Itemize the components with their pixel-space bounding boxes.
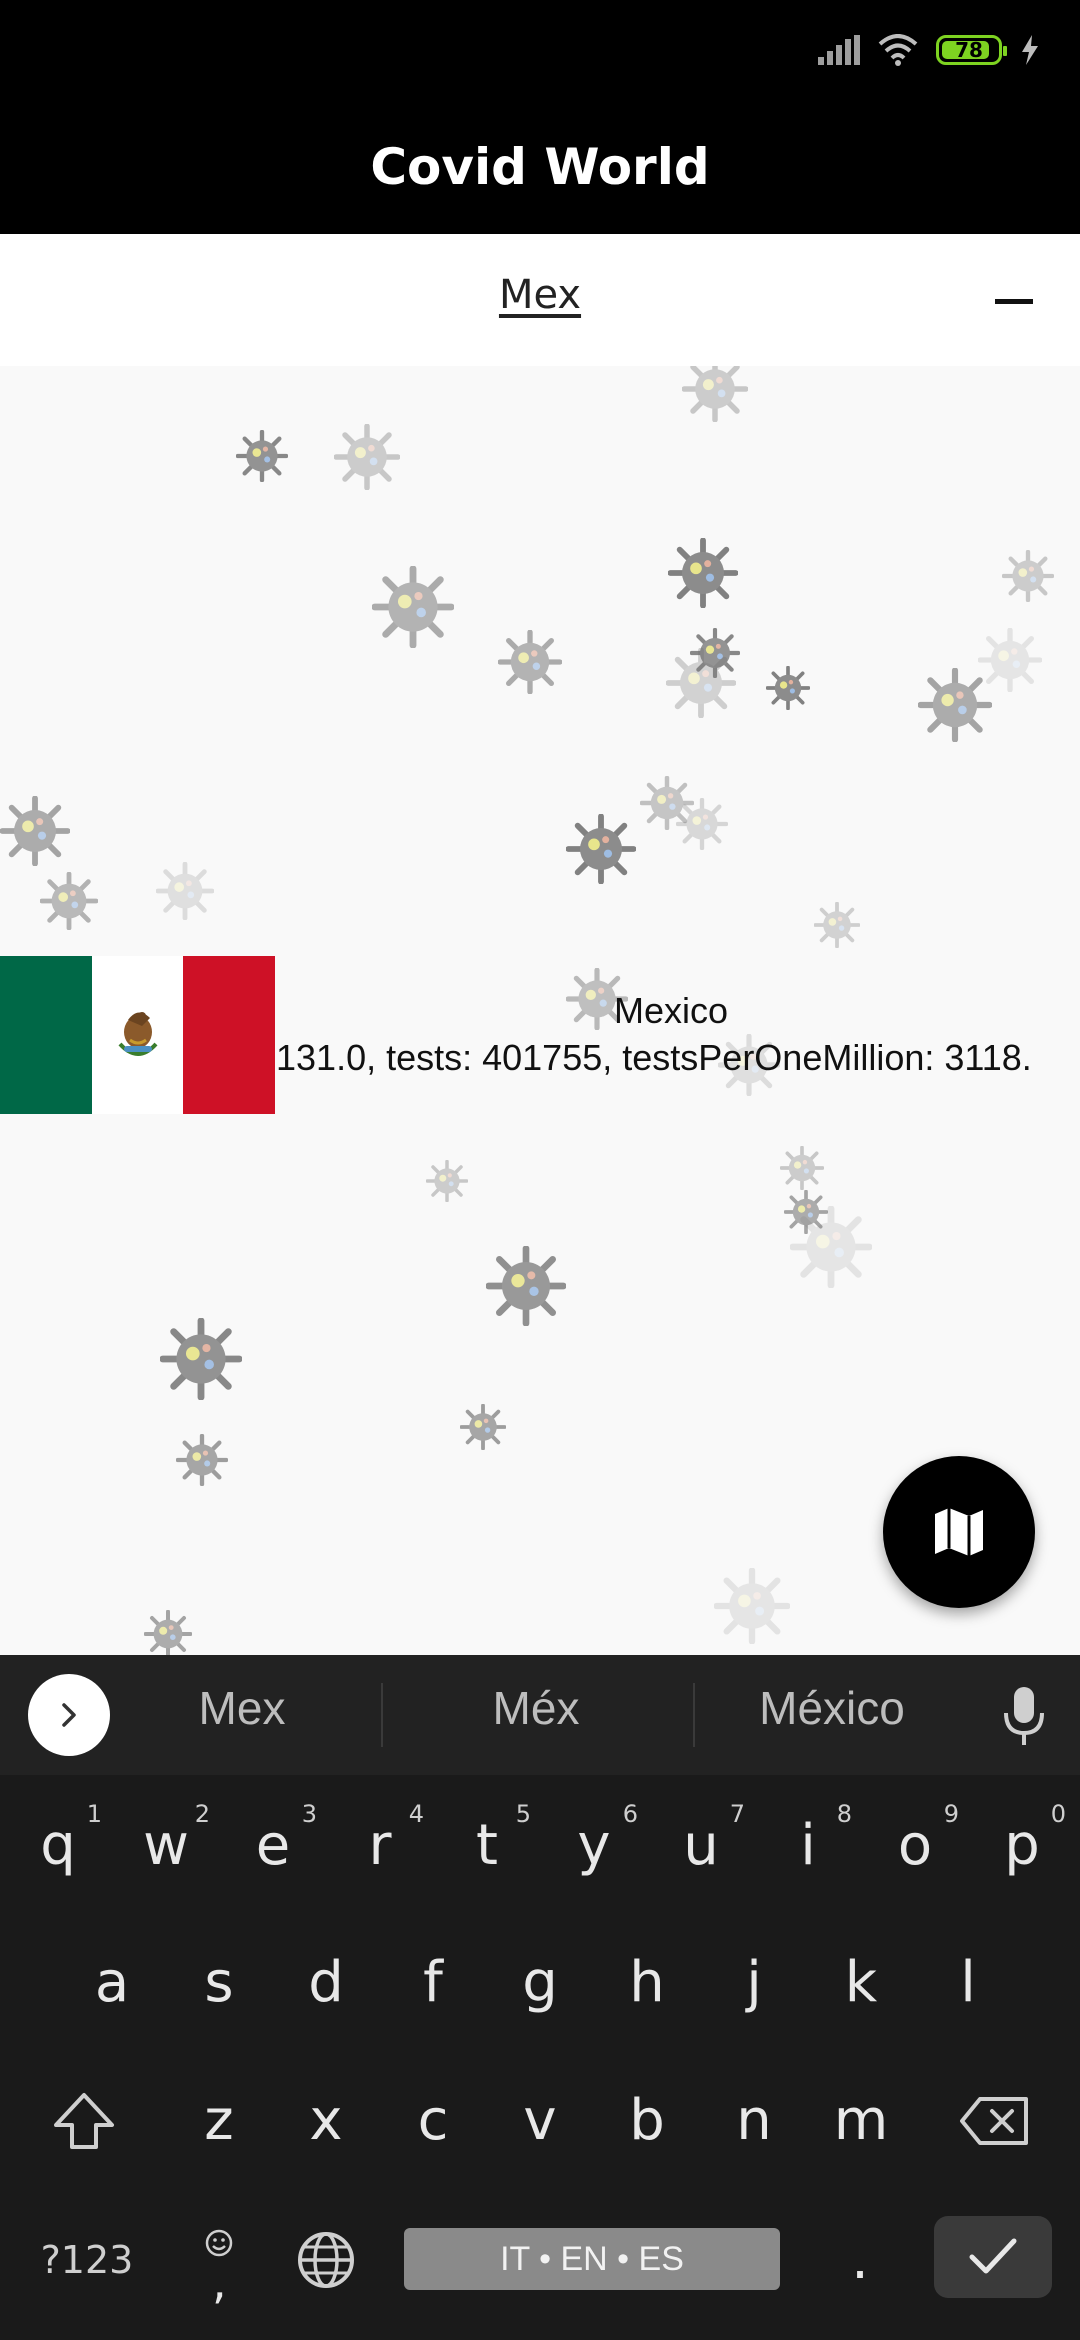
virus-icon (666, 648, 736, 718)
key-f[interactable]: f (379, 1923, 487, 2043)
globe-icon (298, 2232, 354, 2288)
key-k[interactable]: k (807, 1923, 915, 2043)
virus-icon (372, 566, 454, 648)
virus-icon (40, 872, 98, 930)
virus-icon (144, 1610, 192, 1655)
signal-icon (818, 35, 860, 65)
key-x[interactable]: x (272, 2061, 380, 2181)
shift-icon (54, 2093, 114, 2149)
virus-icon (486, 1246, 566, 1326)
wifi-icon (878, 34, 918, 66)
virus-icon (714, 1568, 790, 1644)
key-h[interactable]: h (593, 1923, 701, 2043)
key-r[interactable]: r4 (326, 1786, 434, 1906)
battery-icon: 78 (936, 35, 1007, 65)
key-t[interactable]: t5 (433, 1786, 541, 1906)
language-key[interactable] (271, 2200, 381, 2320)
chevron-right-icon (62, 1703, 76, 1727)
comma-label: , (212, 2255, 227, 2309)
key-o[interactable]: o9 (861, 1786, 969, 1906)
key-n[interactable]: n (700, 2061, 808, 2181)
country-name: Mexico (614, 990, 729, 1031)
key-v[interactable]: v (486, 2061, 594, 2181)
virus-icon (426, 1160, 468, 1202)
suggestion-3[interactable]: México (682, 1681, 982, 1735)
virus-icon (790, 1206, 872, 1288)
virus-icon (156, 862, 214, 920)
emoji-comma-key[interactable]: , (170, 2200, 270, 2320)
search-input[interactable]: Mex (0, 272, 1080, 318)
search-bar: Mex (0, 234, 1080, 366)
virus-icon (668, 538, 738, 608)
virus-icon (766, 666, 810, 710)
virus-icon (160, 1318, 242, 1400)
country-stats: 131.0, tests: 401755, testsPerOneMillion… (276, 1037, 1032, 1078)
key-i[interactable]: i8 (754, 1786, 862, 1906)
app-bar: Covid World (0, 100, 1080, 234)
suggestion-1[interactable]: Mex (92, 1681, 392, 1735)
key-l[interactable]: l (914, 1923, 1022, 2043)
microphone-icon[interactable] (1000, 1685, 1048, 1749)
map-fab-button[interactable] (883, 1456, 1035, 1608)
key-e[interactable]: e3 (219, 1786, 327, 1906)
period-key[interactable]: . (806, 2200, 914, 2320)
key-m[interactable]: m (807, 2061, 915, 2181)
key-c[interactable]: c (379, 2061, 487, 2181)
virus-icon (460, 1404, 506, 1450)
app-title: Covid World (370, 138, 710, 196)
key-y[interactable]: y6 (540, 1786, 648, 1906)
battery-level: 78 (955, 38, 983, 62)
soft-keyboard: Mex Méx México q1 w2 e3 r4 t5 y6 u7 i8 o… (0, 1655, 1080, 2340)
key-g[interactable]: g (486, 1923, 594, 2043)
minus-icon (995, 298, 1033, 304)
symbols-key[interactable]: ?123 (32, 2200, 142, 2320)
suggestion-bar: Mex Méx México (0, 1655, 1080, 1775)
search-query: Mex (498, 272, 582, 318)
checkmark-icon (969, 2238, 1017, 2274)
key-a[interactable]: a (58, 1923, 166, 2043)
virus-icon (498, 630, 562, 694)
virus-icon (676, 798, 728, 850)
virus-icon (780, 1146, 824, 1190)
map-icon (935, 1508, 983, 1556)
space-key[interactable]: IT • EN • ES (404, 2228, 780, 2290)
key-d[interactable]: d (272, 1923, 380, 2043)
key-j[interactable]: j (700, 1923, 808, 2043)
suggestion-2[interactable]: Méx (386, 1681, 686, 1735)
mexico-flag (0, 956, 275, 1114)
country-content: Mexico 131.0, tests: 401755, testsPerOne… (0, 366, 1080, 1655)
key-b[interactable]: b (593, 2061, 701, 2181)
virus-icon (1002, 550, 1054, 602)
key-z[interactable]: z (165, 2061, 273, 2181)
key-u[interactable]: u7 (647, 1786, 755, 1906)
key-w[interactable]: w2 (112, 1786, 220, 1906)
charging-icon (1022, 35, 1038, 65)
virus-icon (176, 1434, 228, 1486)
shift-key[interactable] (30, 2061, 138, 2181)
key-q[interactable]: q1 (4, 1786, 112, 1906)
key-p[interactable]: p0 (968, 1786, 1076, 1906)
key-s[interactable]: s (165, 1923, 273, 2043)
virus-icon (682, 366, 748, 422)
suggestion-divider (381, 1683, 383, 1747)
virus-icon (814, 902, 860, 948)
enter-key[interactable] (934, 2216, 1052, 2298)
status-bar: 78 (0, 0, 1080, 100)
virus-icon (918, 668, 992, 742)
virus-icon (0, 796, 70, 866)
backspace-icon (960, 2097, 1028, 2145)
virus-icon (236, 430, 288, 482)
virus-icon (566, 814, 636, 884)
collapse-button[interactable] (994, 286, 1034, 316)
backspace-key[interactable] (940, 2061, 1048, 2181)
coat-of-arms-icon (118, 1012, 158, 1056)
virus-icon (334, 424, 400, 490)
